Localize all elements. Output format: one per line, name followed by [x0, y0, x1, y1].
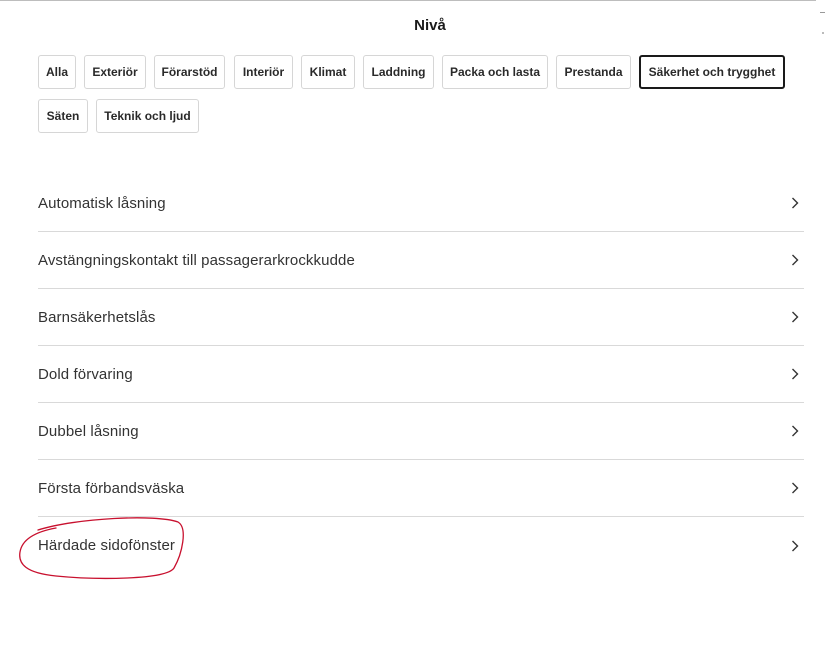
list-item[interactable]: Första förbandsväska	[38, 460, 804, 517]
chevron-right-icon	[788, 367, 802, 381]
chevron-right-icon	[788, 539, 802, 553]
chip-saten[interactable]: Säten	[38, 99, 88, 133]
list-item[interactable]: Avstängningskontakt till passagerarkrock…	[38, 232, 804, 289]
list-item[interactable]: Barnsäkerhetslås	[38, 289, 804, 346]
list-item[interactable]: Automatisk låsning	[38, 175, 804, 232]
list-item-label: Automatisk låsning	[38, 194, 166, 212]
chip-packa-och-lasta[interactable]: Packa och lasta	[442, 55, 548, 89]
list-item[interactable]: Dubbel låsning	[38, 403, 804, 460]
chip-alla[interactable]: Alla	[38, 55, 76, 89]
chip-sakerhet-och-trygghet[interactable]: Säkerhet och trygghet	[639, 55, 785, 89]
chip-teknik-och-ljud[interactable]: Teknik och ljud	[96, 99, 199, 133]
chip-klimat[interactable]: Klimat	[301, 55, 355, 89]
chevron-right-icon	[788, 481, 802, 495]
chip-exterior[interactable]: Exteriör	[84, 55, 146, 89]
list-item-label: Första förbandsväska	[38, 479, 185, 497]
chip-forarstod[interactable]: Förarstöd	[154, 55, 225, 89]
edge-mark	[820, 12, 825, 13]
list-item-label: Avstängningskontakt till passagerarkrock…	[38, 251, 355, 269]
list-item-label: Dubbel låsning	[38, 422, 139, 440]
list-item-label: Härdade sidofönster	[38, 537, 175, 554]
top-divider	[0, 0, 816, 1]
chevron-right-icon	[788, 424, 802, 438]
chevron-right-icon	[788, 310, 802, 324]
chevron-right-icon	[788, 253, 802, 267]
list-item-label: Barnsäkerhetslås	[38, 308, 156, 326]
list-item[interactable]: Dold förvaring	[38, 346, 804, 403]
list-item-label: Dold förvaring	[38, 365, 133, 383]
chevron-right-icon	[788, 196, 802, 210]
chip-interior[interactable]: Interiör	[234, 55, 293, 89]
chip-laddning[interactable]: Laddning	[363, 55, 434, 89]
chip-prestanda[interactable]: Prestanda	[556, 55, 631, 89]
page: Nivå Alla Exteriör Förarstöd Interiör Kl…	[0, 0, 825, 664]
feature-list: Automatisk låsning Avstängningskontakt t…	[38, 175, 804, 574]
page-title: Nivå	[414, 17, 446, 34]
list-item[interactable]: Härdade sidofönster	[38, 517, 804, 574]
